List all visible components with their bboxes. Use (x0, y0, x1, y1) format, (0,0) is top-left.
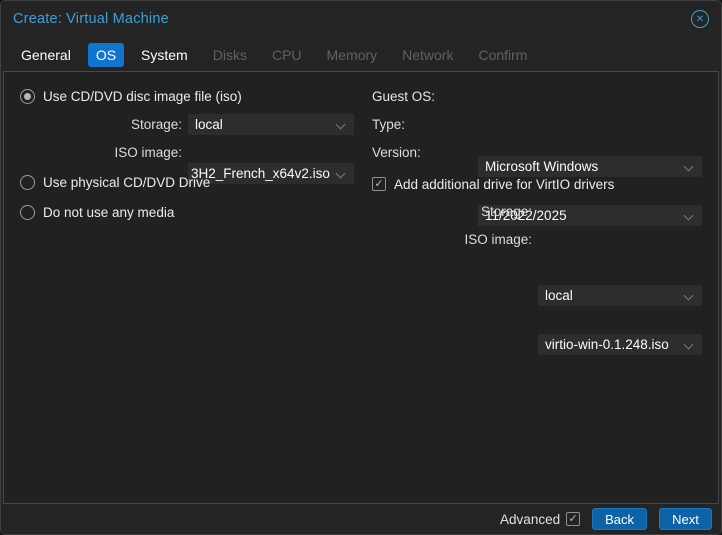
tab-os[interactable]: OS (87, 43, 125, 67)
tab-confirm: Confirm (478, 47, 528, 63)
chevron-down-icon (684, 163, 694, 173)
guest-type-select[interactable]: Microsoft Windows (478, 156, 702, 177)
advanced-checkbox[interactable]: ✓ (566, 512, 581, 526)
tab-disks: Disks (212, 47, 247, 63)
storage-select-value: local (195, 117, 223, 132)
tab-system[interactable]: System (133, 43, 196, 67)
guest-type-label: Type: (372, 117, 406, 132)
advanced-label: Advanced (500, 511, 561, 527)
guest-version-label: Version: (372, 145, 421, 160)
radio-no-media[interactable] (20, 204, 35, 220)
chevron-down-icon (336, 121, 346, 131)
close-icon[interactable]: ✕ (691, 10, 709, 28)
virtio-drivers-label: Add additional drive for VirtIO drivers (394, 176, 615, 192)
tab-network: Network (402, 47, 454, 63)
radio-physical-cdrom-label: Use physical CD/DVD Drive (43, 174, 211, 190)
virtio-storage-select[interactable]: local (538, 285, 702, 306)
radio-use-cdrom-image[interactable] (20, 88, 35, 104)
radio-no-media-label: Do not use any media (43, 204, 175, 220)
chevron-down-icon (336, 170, 346, 180)
storage-label: Storage: (130, 117, 182, 132)
tab-memory: Memory (326, 47, 378, 63)
radio-row-no-media: Do not use any media (20, 203, 174, 221)
check-icon: ✓ (374, 177, 384, 190)
next-button[interactable]: Next (659, 508, 712, 530)
guest-os-heading: Guest OS: (372, 89, 436, 104)
virtio-iso-select-value: virtio-win-0.1.248.iso (545, 337, 669, 352)
chevron-down-icon (684, 341, 694, 351)
tab-general[interactable]: General (13, 43, 79, 67)
tab-cpu: CPU (271, 47, 302, 63)
chevron-down-icon (684, 292, 694, 302)
virtio-storage-label: Storage: (480, 204, 532, 219)
radio-row-cdrom-image: Use CD/DVD disc image file (iso) (20, 87, 242, 105)
chevron-down-icon (684, 212, 694, 222)
create-vm-dialog: Create: Virtual Machine ✕ General OS Sys… (0, 0, 722, 535)
dialog-footer: Advanced ✓ Back Next (1, 504, 721, 534)
virtio-drivers-row: ✓ Add additional drive for VirtIO driver… (372, 175, 614, 193)
back-button[interactable]: Back (592, 508, 647, 530)
guest-type-select-value: Microsoft Windows (485, 159, 599, 174)
storage-select[interactable]: local (188, 114, 354, 135)
iso-image-select[interactable]: 3H2_French_x64v2.iso (188, 163, 354, 184)
virtio-iso-label: ISO image: (464, 232, 532, 247)
check-icon: ✓ (568, 512, 578, 525)
virtio-drivers-checkbox[interactable]: ✓ (372, 177, 386, 191)
dialog-titlebar: Create: Virtual Machine ✕ (1, 1, 721, 37)
radio-row-physical-cdrom: Use physical CD/DVD Drive (20, 173, 210, 191)
dialog-title: Create: Virtual Machine (13, 11, 169, 27)
wizard-tab-bar: General OS System Disks CPU Memory Netwo… (13, 41, 544, 69)
iso-image-label: ISO image: (114, 145, 182, 160)
os-tab-panel: Use CD/DVD disc image file (iso) Storage… (3, 71, 719, 504)
radio-use-cdrom-image-label: Use CD/DVD disc image file (iso) (43, 88, 242, 104)
virtio-storage-select-value: local (545, 288, 573, 303)
radio-physical-cdrom[interactable] (20, 174, 35, 190)
virtio-iso-select[interactable]: virtio-win-0.1.248.iso (538, 334, 702, 355)
